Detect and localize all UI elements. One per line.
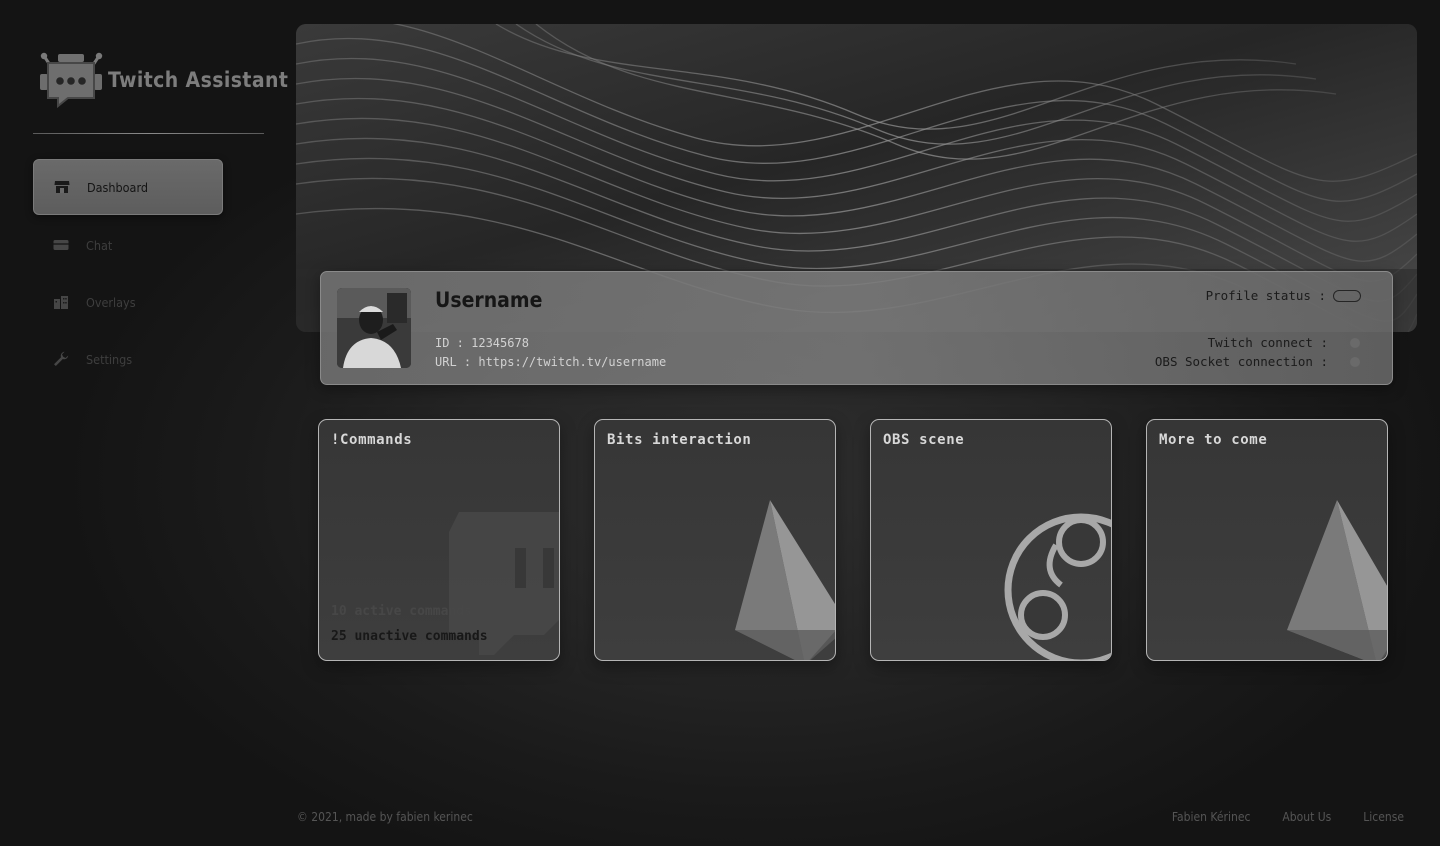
footer-copyright: © 2021, made by fabien kerinec bbox=[297, 810, 473, 824]
obs-socket-row: OBS Socket connection : bbox=[1155, 354, 1360, 369]
footer-links: Fabien Kérinec About Us License bbox=[1140, 810, 1404, 824]
sidebar-item-label: Chat bbox=[86, 237, 113, 253]
card-title: OBS scene bbox=[883, 432, 965, 448]
brand-divider bbox=[33, 133, 264, 134]
obs-logo-icon bbox=[1004, 513, 1111, 660]
app-root: Twitch Assistant Dashboard Chat Overlays… bbox=[0, 0, 1440, 846]
sidebar-item-label: Dashboard bbox=[87, 179, 148, 195]
footer-link-license[interactable]: License bbox=[1363, 810, 1404, 824]
obs-socket-label: OBS Socket connection : bbox=[1154, 354, 1328, 369]
card-icon bbox=[52, 236, 70, 254]
sidebar-item-overlays[interactable]: Overlays bbox=[33, 275, 223, 329]
bits-gem-icon bbox=[735, 500, 835, 660]
sidebar-item-label: Settings bbox=[86, 351, 133, 367]
twitch-connect-label: Twitch connect : bbox=[1207, 335, 1328, 350]
card-title: More to come bbox=[1159, 432, 1268, 448]
profile-status-row: Profile status : bbox=[1206, 288, 1361, 303]
profile-status-label: Profile status : bbox=[1205, 288, 1326, 303]
brand[interactable]: Twitch Assistant bbox=[36, 48, 288, 112]
more-to-come-card[interactable]: More to come bbox=[1146, 419, 1388, 661]
sidebar-item-settings[interactable]: Settings bbox=[33, 332, 223, 386]
sidebar-item-dashboard[interactable]: Dashboard bbox=[33, 159, 223, 215]
twitch-glitch-icon bbox=[449, 512, 559, 655]
sidebar-nav: Dashboard Chat Overlays Settings bbox=[33, 159, 223, 389]
inactive-commands-count: 25 unactive commands bbox=[331, 629, 488, 644]
avatar bbox=[337, 288, 411, 368]
profile-card: Username ID : 12345678 URL : https://twi… bbox=[320, 271, 1393, 385]
sidebar-item-label: Overlays bbox=[86, 294, 136, 310]
username: Username bbox=[435, 288, 543, 312]
commands-card[interactable]: !Commands 10 active commands 25 unactive… bbox=[318, 419, 560, 661]
bits-gem-icon bbox=[1287, 500, 1387, 660]
brand-name: Twitch Assistant bbox=[108, 68, 289, 92]
obs-socket-indicator bbox=[1350, 356, 1360, 367]
robot-chat-icon bbox=[40, 52, 103, 109]
profile-status-toggle[interactable] bbox=[1333, 289, 1361, 302]
card-title: !Commands bbox=[331, 432, 413, 448]
twitch-connect-row: Twitch connect : bbox=[1208, 335, 1360, 350]
wrench-icon bbox=[52, 350, 70, 368]
sidebar-item-chat[interactable]: Chat bbox=[33, 218, 223, 272]
sidebar: Twitch Assistant Dashboard Chat Overlays… bbox=[0, 0, 290, 846]
profile-id: ID : 12345678 bbox=[435, 336, 529, 350]
bits-interaction-card[interactable]: Bits interaction bbox=[594, 419, 836, 661]
footer-link-author[interactable]: Fabien Kérinec bbox=[1172, 810, 1250, 824]
obs-scene-card[interactable]: OBS scene bbox=[870, 419, 1112, 661]
twitch-connect-indicator bbox=[1350, 337, 1360, 348]
card-title: Bits interaction bbox=[607, 432, 752, 448]
building-icon bbox=[52, 293, 70, 311]
store-icon bbox=[53, 178, 71, 196]
active-commands-count: 10 active commands bbox=[331, 604, 472, 619]
footer-link-about[interactable]: About Us bbox=[1282, 810, 1331, 824]
profile-url[interactable]: URL : https://twitch.tv/username bbox=[435, 355, 666, 369]
